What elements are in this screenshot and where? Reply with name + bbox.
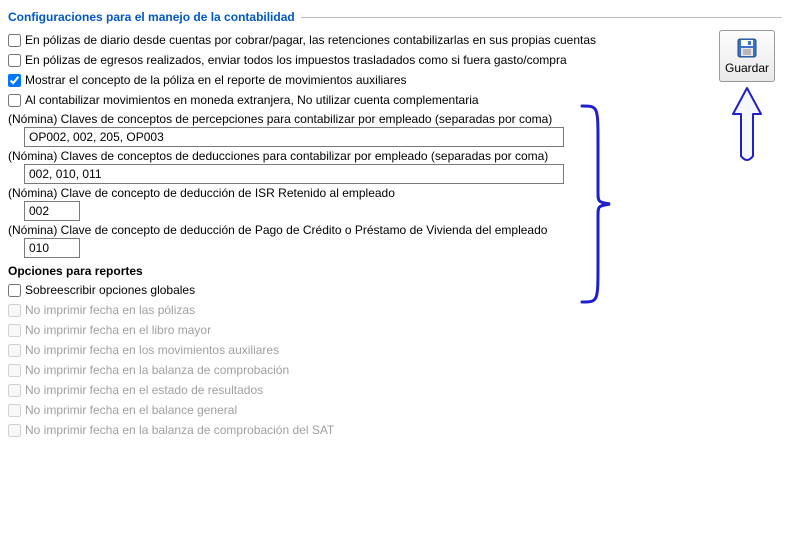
checkbox-egresos-traslados-label: En pólizas de egresos realizados, enviar… [25, 52, 567, 68]
checkbox-no-fecha-resultados-input [8, 384, 21, 397]
checkbox-egresos-traslados-input[interactable] [8, 54, 21, 67]
percepciones-input[interactable] [24, 127, 564, 147]
save-button-label: Guardar [725, 61, 769, 75]
checkbox-no-fecha-polizas-input [8, 304, 21, 317]
save-button[interactable]: Guardar [719, 30, 775, 82]
percepciones-label: (Nómina) Claves de conceptos de percepci… [8, 110, 704, 127]
deducciones-input[interactable] [24, 164, 564, 184]
isr-input[interactable] [24, 201, 80, 221]
vivienda-input[interactable] [24, 238, 80, 258]
section-title: Configuraciones para el manejo de la con… [8, 10, 295, 24]
section-header: Configuraciones para el manejo de la con… [8, 10, 782, 24]
save-icon [736, 37, 758, 59]
checkbox-no-fecha-balance-input [8, 404, 21, 417]
deducciones-label: (Nómina) Claves de conceptos de deduccio… [8, 147, 704, 164]
isr-label: (Nómina) Clave de concepto de deducción … [8, 184, 704, 201]
checkbox-no-fecha-polizas-label: No imprimir fecha en las pólizas [25, 302, 195, 318]
checkbox-moneda-extranjera-input[interactable] [8, 94, 21, 107]
checkbox-mostrar-concepto[interactable]: Mostrar el concepto de la póliza en el r… [8, 72, 407, 88]
checkbox-no-fecha-balanza: No imprimir fecha en la balanza de compr… [8, 362, 289, 378]
checkbox-diario-retenciones-label: En pólizas de diario desde cuentas por c… [25, 32, 596, 48]
checkbox-no-fecha-polizas: No imprimir fecha en las pólizas [8, 302, 195, 318]
checkbox-no-fecha-balanza-sat-label: No imprimir fecha en la balanza de compr… [25, 422, 334, 438]
checkbox-no-fecha-balance-label: No imprimir fecha en el balance general [25, 402, 237, 418]
checkbox-moneda-extranjera-label: Al contabilizar movimientos en moneda ex… [25, 92, 479, 108]
checkbox-no-fecha-balanza-sat-input [8, 424, 21, 437]
checkbox-override-globales-label: Sobreescribir opciones globales [25, 282, 195, 298]
checkbox-diario-retenciones[interactable]: En pólizas de diario desde cuentas por c… [8, 32, 596, 48]
checkbox-override-globales-input[interactable] [8, 284, 21, 297]
checkbox-no-fecha-aux: No imprimir fecha en los movimientos aux… [8, 342, 279, 358]
checkbox-no-fecha-resultados-label: No imprimir fecha en el estado de result… [25, 382, 263, 398]
checkbox-diario-retenciones-input[interactable] [8, 34, 21, 47]
checkbox-moneda-extranjera[interactable]: Al contabilizar movimientos en moneda ex… [8, 92, 479, 108]
checkbox-mostrar-concepto-label: Mostrar el concepto de la póliza en el r… [25, 72, 407, 88]
checkbox-egresos-traslados[interactable]: En pólizas de egresos realizados, enviar… [8, 52, 567, 68]
checkbox-no-fecha-balance: No imprimir fecha en el balance general [8, 402, 237, 418]
checkbox-override-globales[interactable]: Sobreescribir opciones globales [8, 282, 195, 298]
checkbox-no-fecha-resultados: No imprimir fecha en el estado de result… [8, 382, 263, 398]
checkbox-no-fecha-aux-label: No imprimir fecha en los movimientos aux… [25, 342, 279, 358]
checkbox-no-fecha-mayor-label: No imprimir fecha en el libro mayor [25, 322, 211, 338]
reports-header: Opciones para reportes [8, 258, 704, 280]
header-divider [301, 17, 782, 18]
arrow-up-annotation-icon [727, 86, 767, 166]
vivienda-label: (Nómina) Clave de concepto de deducción … [8, 221, 704, 238]
checkbox-no-fecha-balanza-input [8, 364, 21, 377]
checkbox-no-fecha-balanza-label: No imprimir fecha en la balanza de compr… [25, 362, 289, 378]
checkbox-no-fecha-mayor: No imprimir fecha en el libro mayor [8, 322, 211, 338]
checkbox-mostrar-concepto-input[interactable] [8, 74, 21, 87]
checkbox-no-fecha-aux-input [8, 344, 21, 357]
checkbox-no-fecha-balanza-sat: No imprimir fecha en la balanza de compr… [8, 422, 334, 438]
checkbox-no-fecha-mayor-input [8, 324, 21, 337]
